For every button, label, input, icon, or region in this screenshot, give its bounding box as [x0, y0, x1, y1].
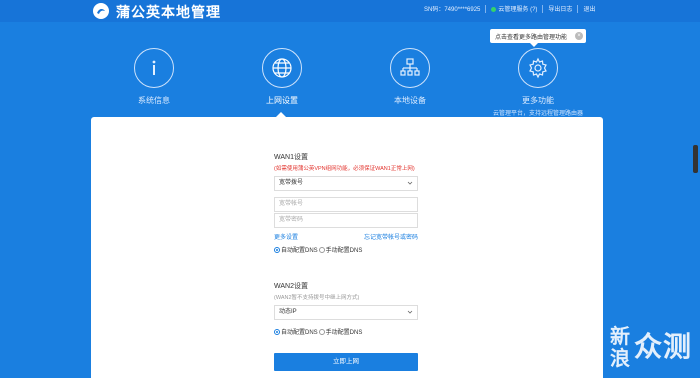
wan1-password-input[interactable]: 宽带密码 — [274, 213, 418, 228]
header-actions: SN码：7490****6925 云管理服务 (?) 导出日志 退出 — [424, 4, 595, 13]
radio-label: 手动配置DNS — [325, 330, 363, 336]
divider — [577, 4, 579, 13]
wan2-title: WAN2设置 — [274, 283, 308, 290]
sn-value: 7490****6925 — [444, 7, 481, 13]
radio-icon[interactable] — [274, 246, 280, 253]
info-icon — [152, 60, 156, 75]
watermark-text: 浪 — [610, 348, 630, 370]
nav-label: 系统信息 — [138, 96, 170, 105]
radio-label: 手动配置DNS — [325, 248, 363, 254]
cloud-service-status[interactable]: 云管理服务 (?) — [491, 4, 537, 13]
more-settings-link[interactable]: 更多设置 — [274, 232, 298, 241]
divider — [485, 4, 487, 13]
chevron-down-icon — [407, 310, 413, 314]
radio-icon[interactable] — [318, 328, 325, 335]
wan2-dns-manual-option[interactable]: 手动配置DNS — [318, 327, 363, 336]
network-icon — [400, 58, 420, 76]
watermark-text: 新 — [610, 326, 630, 348]
nav-more-features[interactable]: 更多功能 云管理平台，支持远程管理路由器 — [488, 48, 588, 117]
chevron-down-icon — [407, 181, 413, 185]
radio-icon[interactable] — [318, 246, 325, 253]
nav-label: 更多功能 — [522, 96, 554, 105]
nav-local-devices[interactable]: 本地设备 — [360, 48, 460, 106]
globe-icon — [272, 58, 292, 78]
top-bar: 蒲公英本地管理 SN码：7490****6925 云管理服务 (?) 导出日志 … — [0, 0, 700, 22]
nav-icon-circle — [390, 48, 430, 88]
watermark-text: 众测 — [634, 331, 693, 362]
scrollbar-thumb[interactable] — [693, 145, 698, 173]
nav-system-info[interactable]: 系统信息 — [104, 48, 204, 106]
connect-now-button[interactable]: 立即上网 — [274, 353, 418, 371]
nav-label: 上网设置 — [266, 96, 298, 105]
wan2-dns-auto-option[interactable]: 自动配置DNS — [274, 327, 318, 336]
wan2-dns-options: 自动配置DNS 手动配置DNS — [274, 327, 363, 336]
cloud-service-label: 云管理服务 — [498, 7, 529, 13]
online-status-icon — [491, 6, 497, 12]
wan1-title: WAN1设置 — [274, 154, 308, 161]
sn-label: SN码： — [424, 7, 445, 13]
nav-icon-circle — [134, 48, 174, 88]
radio-label: 自动配置DNS — [281, 330, 318, 336]
export-log-link[interactable]: 导出日志 — [548, 4, 572, 13]
nav-label: 本地设备 — [394, 96, 426, 105]
radio-icon[interactable] — [274, 328, 280, 335]
wan1-mode-select[interactable]: 宽带拨号 — [274, 176, 418, 191]
wan1-note: (如需使用蒲公英VPN组网功能，必须保证WAN1正常上网) — [274, 166, 415, 172]
wan2-note: (WAN2暂不支持拨号中继上网方式) — [274, 295, 360, 301]
wan2-mode-value: 动态IP — [279, 309, 297, 315]
wan1-dns-auto-option[interactable]: 自动配置DNS — [274, 245, 318, 254]
wan1-dns-options: 自动配置DNS 手动配置DNS — [274, 245, 363, 254]
sina-watermark: 新 浪 众测 — [608, 324, 698, 374]
logout-link[interactable]: 退出 — [583, 4, 595, 13]
wan1-mode-value: 宽带拨号 — [279, 180, 304, 186]
forgot-account-link[interactable]: 忘记宽带帐号或密码 — [364, 232, 418, 241]
wan2-mode-select[interactable]: 动态IP — [274, 305, 418, 320]
tooltip-text: 点击查看更多路由管理功能 — [495, 35, 568, 41]
nav-sublabel: 云管理平台，支持远程管理路由器 — [492, 111, 583, 117]
nav-icon-circle — [518, 48, 558, 88]
help-icon[interactable]: (?) — [530, 7, 537, 13]
divider — [542, 4, 544, 13]
brand-title: 蒲公英本地管理 — [116, 4, 221, 20]
nav-internet-settings[interactable]: 上网设置 — [232, 48, 332, 106]
gear-icon — [529, 57, 547, 79]
wan1-account-input[interactable]: 宽带帐号 — [274, 197, 418, 212]
radio-label: 自动配置DNS — [281, 248, 318, 254]
sn-info: SN码：7490****6925 — [424, 4, 480, 13]
dandelion-logo-icon — [93, 3, 109, 19]
nav-icon-circle — [262, 48, 302, 88]
more-features-tooltip: 点击查看更多路由管理功能 × — [490, 29, 586, 47]
wan1-dns-manual-option[interactable]: 手动配置DNS — [318, 245, 363, 254]
close-icon[interactable]: × — [575, 32, 583, 40]
